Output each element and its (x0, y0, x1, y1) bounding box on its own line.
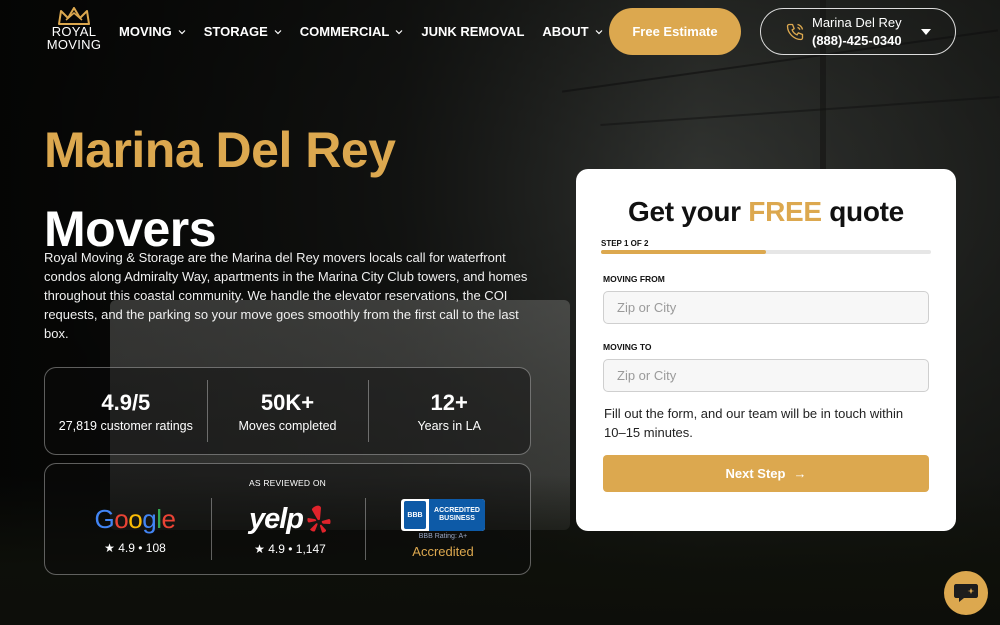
quote-title-pre: Get your (628, 196, 749, 227)
nav-label: STORAGE (203, 24, 268, 39)
stat-moves: 50K+ Moves completed (206, 368, 369, 454)
crown-icon (58, 7, 90, 25)
quote-form-card: Get your FREE quote STEP 1 OF 2 MOVING F… (576, 169, 956, 531)
chat-button[interactable] (944, 571, 988, 615)
step-progress-fill (601, 250, 766, 254)
chevron-down-icon (178, 29, 186, 34)
nav-item-junk-removal[interactable]: JUNK REMOVAL (421, 24, 524, 39)
free-estimate-button[interactable]: Free Estimate (609, 8, 741, 55)
phone-dropdown[interactable]: Marina Del Rey (888)-425-0340 (760, 8, 956, 55)
bbb-seal-icon: BBB (404, 501, 426, 529)
reviews-header: AS REVIEWED ON (249, 478, 326, 488)
form-note: Fill out the form, and our team will be … (604, 406, 904, 440)
google-rating: ★ 4.9 • 108 (104, 540, 166, 555)
stat-value: 12+ (430, 389, 468, 415)
bbb-line2: BUSINESS (439, 515, 475, 522)
phone-icon (786, 23, 804, 40)
moving-to-input[interactable] (603, 359, 929, 392)
bbb-line1: ACCREDITED (434, 507, 480, 514)
chevron-down-icon (274, 29, 282, 34)
bbb-badge-text: ACCREDITED BUSINESS (429, 499, 485, 531)
nav-label: ABOUT (542, 24, 589, 39)
caret-down-icon (921, 28, 931, 35)
reviews-card: AS REVIEWED ON Google ★ 4.9 • 108 yelp ★… (44, 463, 531, 575)
nav-item-moving[interactable]: MOVING (119, 24, 186, 39)
stat-label: Moves completed (238, 418, 337, 433)
phone-location: Marina Del Rey (812, 14, 902, 30)
bbb-status: Accredited (412, 544, 474, 559)
site-header: ROYAL MOVING MOVING STORAGE COMMERCIAL J… (0, 0, 1000, 64)
moving-from-input[interactable] (603, 291, 929, 324)
title-line1: Marina Del Rey (44, 122, 396, 178)
quote-title-post: quote (821, 196, 904, 227)
main-nav: MOVING STORAGE COMMERCIAL JUNK REMOVAL A… (119, 24, 621, 39)
bbb-rating: BBB Rating: A+ (418, 533, 468, 540)
hero-description: Royal Moving & Storage are the Marina de… (44, 250, 528, 341)
step-progress-bar (601, 250, 931, 254)
yelp-rating: ★ 4.9 • 1,147 (254, 541, 326, 556)
stat-years: 12+ Years in LA (368, 368, 530, 454)
yelp-review[interactable]: yelp ★ 4.9 • 1,147 (210, 494, 370, 564)
phone-text: Marina Del Rey (888)-425-0340 (812, 14, 902, 50)
stat-value: 4.9/5 (101, 389, 151, 415)
stat-rating: 4.9/5 27,819 customer ratings (45, 368, 207, 454)
yelp-burst-icon (307, 505, 331, 533)
stat-label: 27,819 customer ratings (58, 418, 193, 433)
yelp-wordmark: yelp (248, 502, 304, 535)
next-step-label: Next Step (725, 466, 786, 481)
stat-label: Years in LA (417, 418, 481, 433)
arrow-right-icon: → (793, 466, 807, 481)
quote-title-free: FREE (748, 196, 822, 227)
chevron-down-icon (595, 29, 603, 34)
moving-from-label: MOVING FROM (603, 274, 665, 284)
moving-to-label: MOVING TO (603, 342, 652, 352)
chevron-down-icon (395, 29, 403, 34)
google-logo: Google (94, 503, 176, 534)
yelp-logo: yelp (249, 503, 331, 536)
chat-icon (954, 584, 978, 602)
next-step-button[interactable]: Next Step → (603, 455, 929, 492)
nav-label: COMMERCIAL (299, 24, 390, 39)
logo[interactable]: ROYAL MOVING (44, 7, 104, 51)
nav-item-commercial[interactable]: COMMERCIAL (300, 24, 404, 39)
logo-line2: MOVING (46, 37, 102, 52)
nav-label: MOVING (119, 24, 172, 39)
background-wire (600, 96, 1000, 126)
bbb-badge: BBB ACCREDITED BUSINESS (401, 499, 485, 531)
stat-value: 50K+ (260, 389, 315, 415)
step-label: STEP 1 OF 2 (601, 239, 649, 248)
nav-item-about[interactable]: ABOUT (542, 24, 603, 39)
phone-number: (888)-425-0340 (812, 32, 902, 48)
google-review[interactable]: Google ★ 4.9 • 108 (55, 494, 215, 564)
nav-label: JUNK REMOVAL (421, 24, 525, 39)
stats-card: 4.9/5 27,819 customer ratings 50K+ Moves… (44, 367, 531, 455)
page-title: Marina Del Rey Movers (44, 122, 396, 257)
quote-title: Get your FREE quote (576, 196, 956, 228)
nav-item-storage[interactable]: STORAGE (204, 24, 282, 39)
bbb-review[interactable]: BBB ACCREDITED BUSINESS BBB Rating: A+ Ac… (363, 494, 523, 564)
